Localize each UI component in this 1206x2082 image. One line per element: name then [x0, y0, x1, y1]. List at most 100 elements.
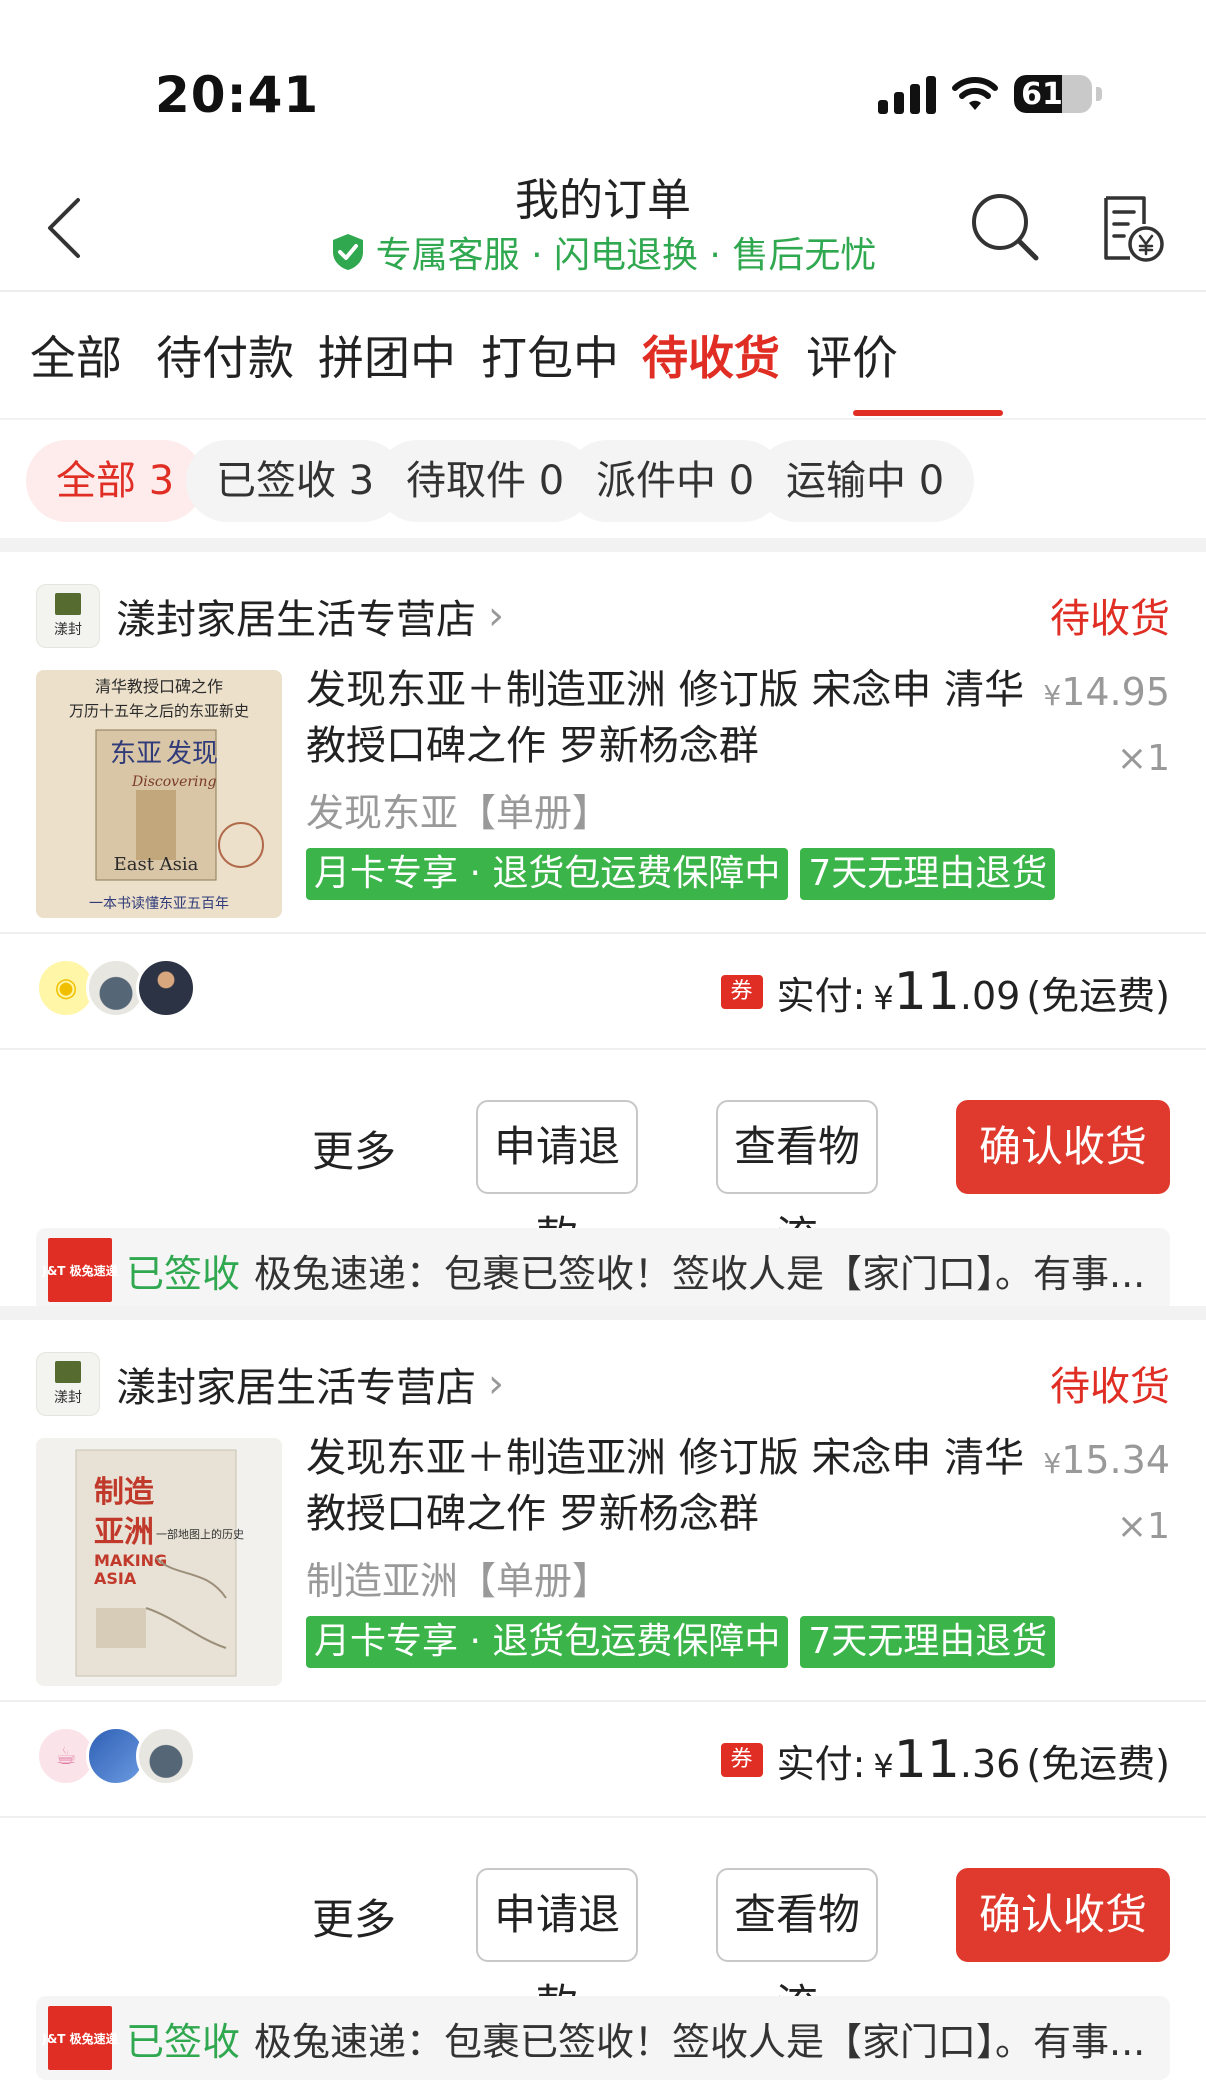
confirm-receipt-button[interactable]: 确认收货	[956, 1100, 1170, 1194]
clock: 20:41	[155, 66, 320, 124]
product-title[interactable]: 发现东亚＋制造亚洲 修订版 宋念申 清华教授口碑之作 罗新杨念群	[306, 1430, 1026, 1542]
product-variant: 发现东亚【单册】	[306, 791, 611, 835]
filter-awaiting-pickup[interactable]: 待取件 0	[376, 440, 595, 522]
product-price: ¥14.95	[1043, 670, 1170, 714]
view-logistics-button[interactable]: 查看物流	[716, 1868, 878, 2029]
tab-group-buying[interactable]: 拼团中	[318, 322, 456, 388]
tag-return-shipping: 月卡专享 · 退货包运费保障中	[306, 1616, 789, 1668]
svg-text:一本书读懂东亚五百年: 一本书读懂东亚五百年	[89, 895, 229, 912]
order-status: 待收货	[1050, 596, 1170, 642]
status-bar: 20:41 61	[0, 0, 1206, 150]
avatar	[136, 1726, 196, 1786]
coupon-icon: 券	[720, 1743, 763, 1777]
product-price: ¥15.34	[1043, 1438, 1170, 1482]
product-image[interactable]: 清华教授口碑之作 万历十五年之后的东亚新史 东亚 发现 Discovering …	[36, 670, 282, 918]
status-filter-bar: 全部 3 已签收 3 待取件 0 派件中 0 运输中 0	[0, 420, 1206, 538]
request-refund-button[interactable]: 申请退款	[476, 1868, 638, 2029]
order-card[interactable]: 漾封 漾封家居生活专营店 › 待收货 制造 亚洲 MAKING ASIA 一部地…	[0, 1320, 1206, 2080]
active-tab-indicator	[853, 410, 1003, 416]
more-button[interactable]: 更多	[312, 1886, 396, 1947]
search-icon[interactable]	[968, 190, 1040, 262]
order-tabs: 全部 待付款 拼团中 打包中 待收货 评价	[0, 292, 1206, 420]
bill-icon[interactable]	[1100, 194, 1166, 264]
tab-pending-payment[interactable]: 待付款	[156, 322, 294, 388]
logistics-message: 极兔速递：包裹已签收！签收人是【家门口】。有事...	[254, 2019, 1146, 2064]
paid-amount-dec: .09	[959, 974, 1021, 1018]
order-actions: 更多 申请退款 查看物流 确认收货	[0, 1100, 1206, 1261]
order-status: 待收货	[1050, 1364, 1170, 1410]
request-refund-button[interactable]: 申请退款	[476, 1100, 638, 1261]
tag-7day-return: 7天无理由退货	[800, 848, 1056, 900]
svg-text:制造: 制造	[94, 1475, 154, 1510]
cellular-signal-icon	[878, 74, 936, 114]
svg-text:东亚: 东亚	[110, 739, 162, 769]
logistics-update[interactable]: J&T 极兔速递 已签收 极兔速递：包裹已签收！签收人是【家门口】。有事...	[36, 1996, 1170, 2080]
svg-text:一部地图上的历史: 一部地图上的历史	[156, 1527, 244, 1541]
tab-packing[interactable]: 打包中	[481, 322, 619, 388]
tab-to-receive[interactable]: 待收货	[642, 322, 780, 388]
shipping-note: (免运费)	[1026, 974, 1170, 1018]
shop-header[interactable]: 漾封 漾封家居生活专营店 › 待收货	[36, 584, 1170, 648]
avatar	[136, 958, 196, 1018]
view-logistics-button[interactable]: 查看物流	[716, 1100, 878, 1261]
nav-header: 我的订单 专属客服 · 闪电退换 · 售后无忧	[0, 150, 1206, 292]
logistics-status: 已签收	[126, 1251, 241, 1296]
order-actions: 更多 申请退款 查看物流 确认收货	[0, 1868, 1206, 2029]
tab-review[interactable]: 评价	[806, 322, 898, 388]
paid-amount-dec: .36	[959, 1742, 1021, 1786]
svg-text:发现: 发现	[166, 739, 218, 769]
product-variant: 制造亚洲【单册】	[306, 1559, 611, 1603]
service-guarantee-text: 专属客服 · 闪电退换 · 售后无忧	[375, 235, 877, 276]
section-divider	[0, 1306, 1206, 1320]
shop-name: 漾封家居生活专营店	[116, 597, 476, 643]
filter-delivering[interactable]: 派件中 0	[566, 440, 785, 522]
order-card[interactable]: 漾封 漾封家居生活专营店 › 待收货 清华教授口碑之作 万历十五年之后的东亚新史…	[0, 552, 1206, 1312]
courier-logo: J&T 极兔速递	[42, 2006, 118, 2070]
payment-summary: 券 实付: ¥ 11 .36 (免运费)	[720, 1730, 1170, 1790]
filter-signed[interactable]: 已签收 3	[186, 440, 405, 522]
logistics-message: 极兔速递：包裹已签收！签收人是【家门口】。有事...	[254, 1251, 1146, 1296]
wifi-icon	[952, 77, 998, 110]
logistics-status: 已签收	[126, 2019, 241, 2064]
paid-amount-int: 11	[893, 962, 960, 1022]
book-cover-image: 清华教授口碑之作 万历十五年之后的东亚新史 东亚 发现 Discovering …	[36, 670, 282, 918]
status-icons: 61	[878, 74, 1102, 114]
shop-logo: 漾封	[36, 1352, 100, 1416]
svg-text:亚洲: 亚洲	[94, 1515, 154, 1550]
payment-summary: 券 实付: ¥ 11 .09 (免运费)	[720, 962, 1170, 1022]
courier-logo: J&T 极兔速递	[42, 1238, 118, 1302]
svg-text:万历十五年之后的东亚新史: 万历十五年之后的东亚新史	[69, 702, 249, 720]
svg-text:Discovering: Discovering	[131, 774, 217, 790]
tag-return-shipping: 月卡专享 · 退货包运费保障中	[306, 848, 789, 900]
product-image[interactable]: 制造 亚洲 MAKING ASIA 一部地图上的历史	[36, 1438, 282, 1686]
confirm-receipt-button[interactable]: 确认收货	[956, 1868, 1170, 1962]
shop-logo: 漾封	[36, 584, 100, 648]
tab-all[interactable]: 全部	[30, 322, 122, 388]
svg-text:MAKING: MAKING	[94, 1551, 167, 1570]
filter-in-transit[interactable]: 运输中 0	[756, 440, 975, 522]
paid-amount-int: 11	[893, 1730, 960, 1790]
service-tags: 月卡专享 · 退货包运费保障中 7天无理由退货	[306, 1616, 1056, 1668]
chevron-right-icon: ›	[488, 1361, 504, 1407]
battery-percent: 61	[1021, 76, 1063, 112]
filter-all[interactable]: 全部 3	[26, 440, 205, 522]
shop-name: 漾封家居生活专营店	[116, 1365, 476, 1411]
logistics-update[interactable]: J&T 极兔速递 已签收 极兔速递：包裹已签收！签收人是【家门口】。有事...	[36, 1228, 1170, 1312]
product-quantity: ×1	[1116, 738, 1170, 779]
chevron-right-icon: ›	[488, 593, 504, 639]
service-tags: 月卡专享 · 退货包运费保障中 7天无理由退货	[306, 848, 1056, 900]
product-quantity: ×1	[1116, 1506, 1170, 1547]
svg-text:ASIA: ASIA	[94, 1569, 137, 1588]
buyer-avatars: ☕	[36, 1726, 196, 1786]
buyer-avatars: ◉	[36, 958, 196, 1018]
svg-text:清华教授口碑之作: 清华教授口碑之作	[95, 677, 223, 696]
more-button[interactable]: 更多	[312, 1118, 396, 1179]
product-title[interactable]: 发现东亚＋制造亚洲 修订版 宋念申 清华教授口碑之作 罗新杨念群	[306, 662, 1026, 774]
battery-icon: 61	[1014, 75, 1092, 113]
shop-header[interactable]: 漾封 漾封家居生活专营店 › 待收货	[36, 1352, 1170, 1416]
svg-text:East Asia: East Asia	[114, 854, 199, 875]
coupon-icon: 券	[720, 975, 763, 1009]
book-cover-image: 制造 亚洲 MAKING ASIA 一部地图上的历史	[36, 1438, 282, 1686]
shield-check-icon	[332, 234, 363, 270]
shipping-note: (免运费)	[1026, 1742, 1170, 1786]
